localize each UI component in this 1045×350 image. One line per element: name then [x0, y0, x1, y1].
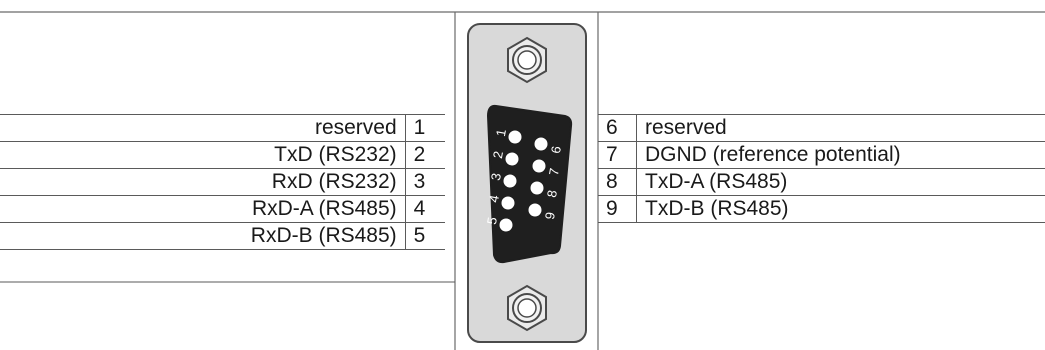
pin-7-icon: [531, 158, 547, 174]
pin-8-icon: [529, 180, 545, 196]
pin-2-icon: [504, 151, 520, 167]
pin-6-icon: [533, 136, 549, 152]
pin-5-icon: [498, 217, 514, 233]
pin-4-icon: [500, 195, 516, 211]
pin-3-icon: [502, 173, 518, 189]
pin-1-icon: [507, 129, 523, 145]
pin-9-icon: [527, 202, 543, 218]
db9-connector: 123456789: [467, 23, 587, 343]
top-screw-icon: [507, 36, 547, 84]
bottom-screw-icon: [507, 284, 547, 332]
